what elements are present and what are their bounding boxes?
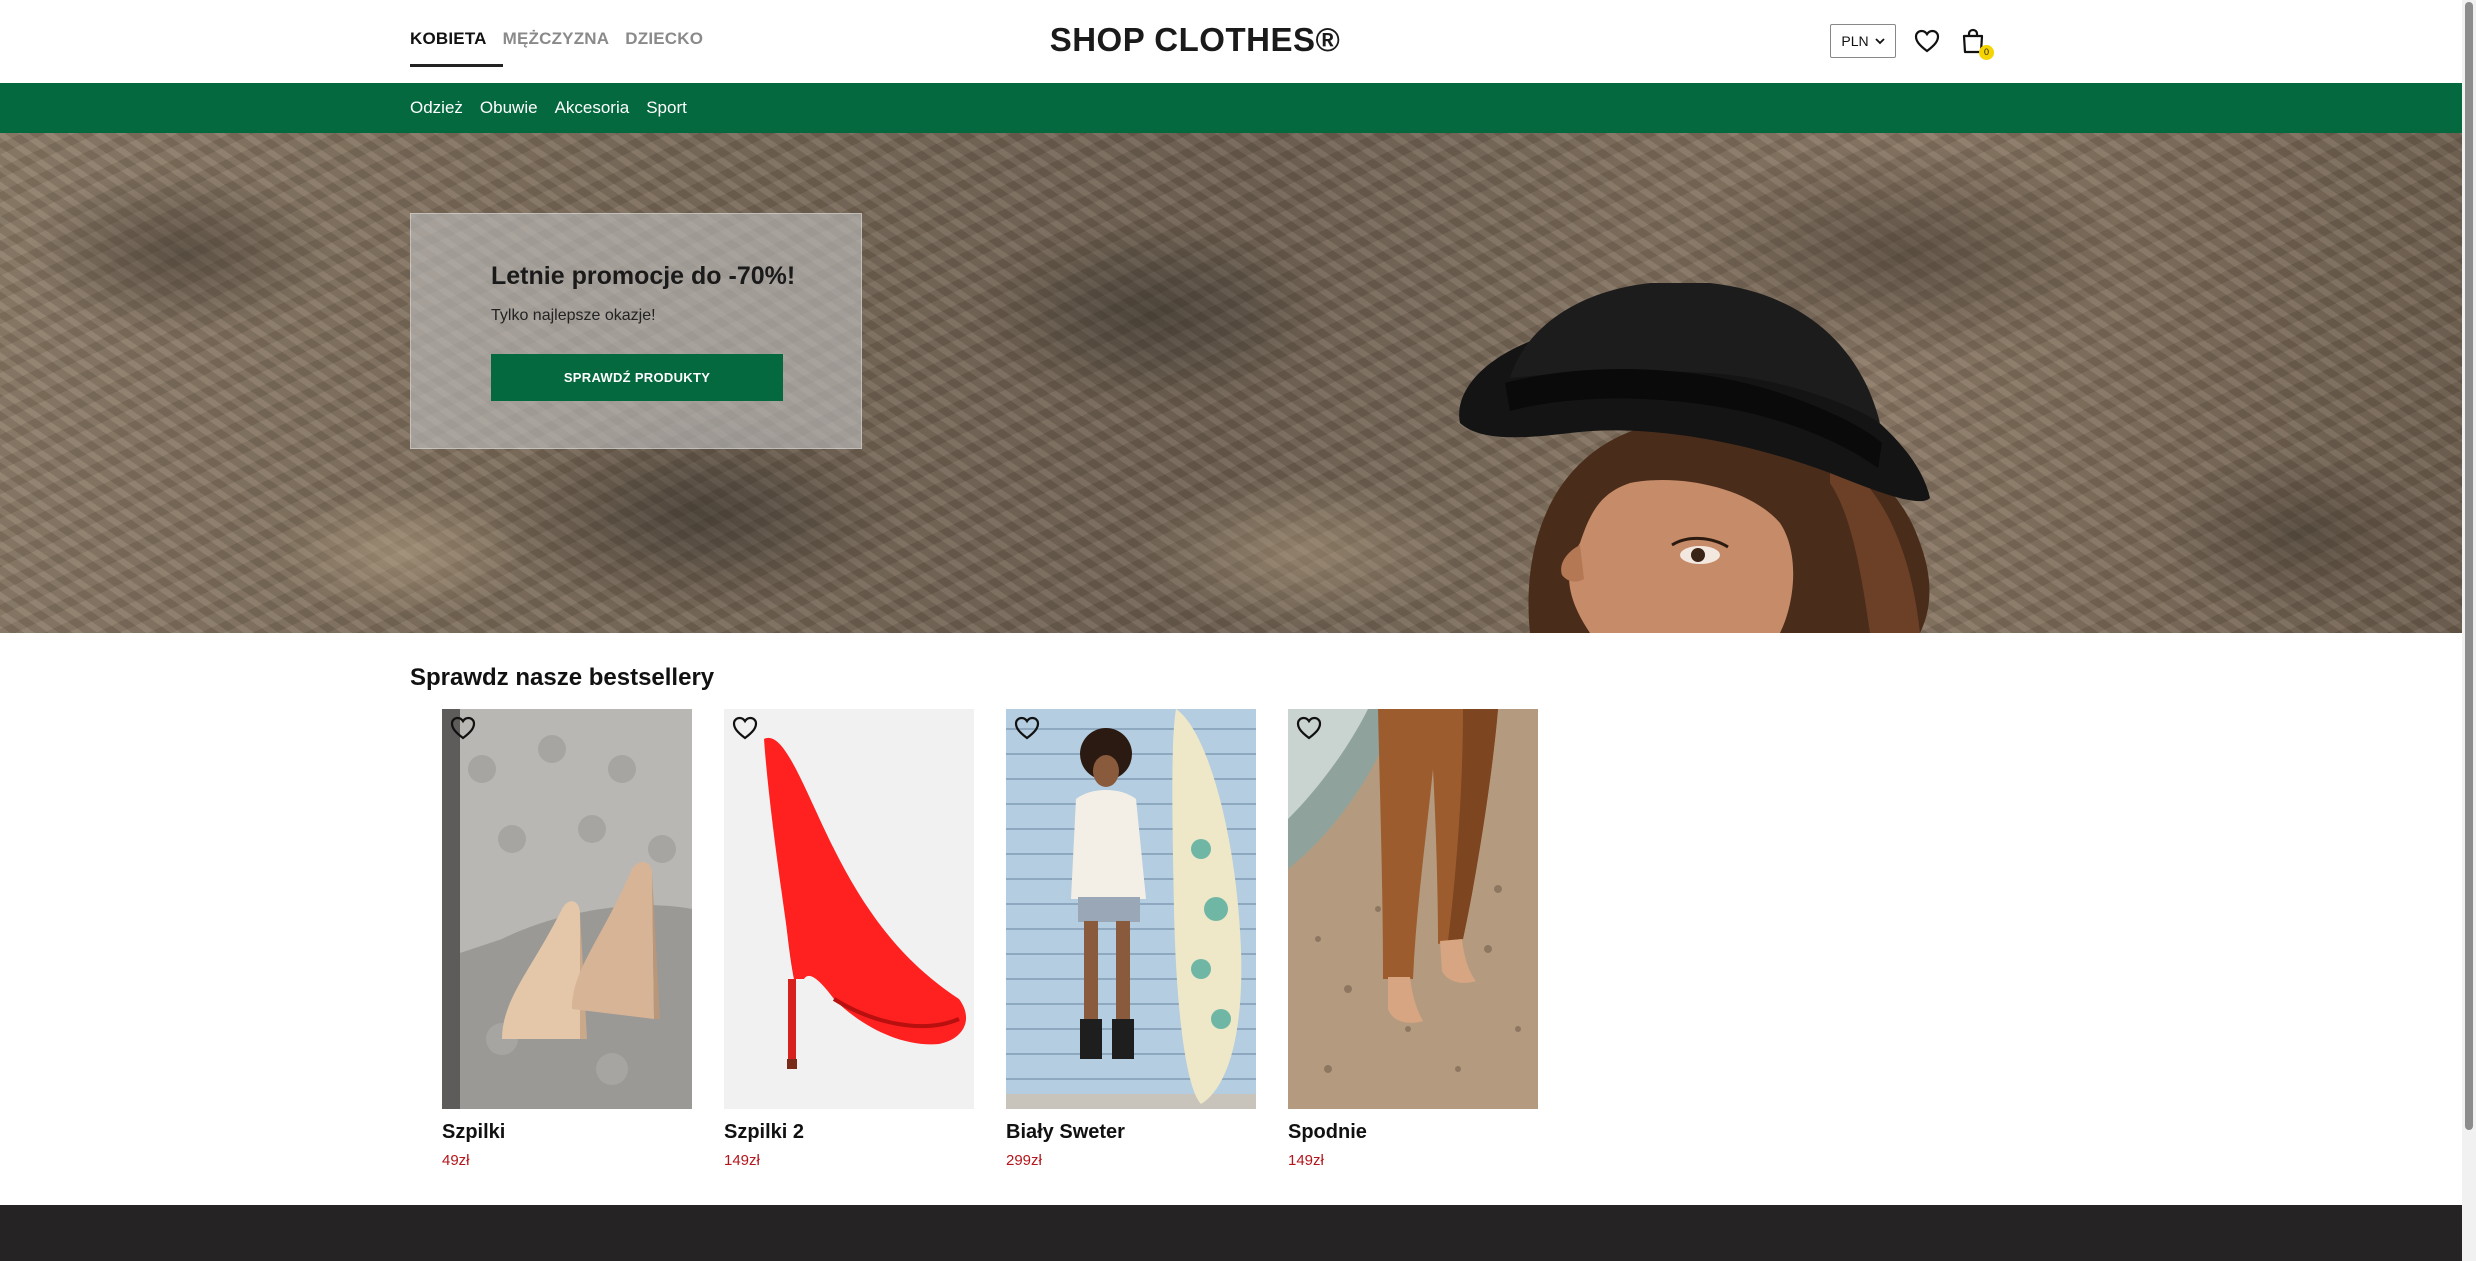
product-name[interactable]: Szpilki 2 (724, 1121, 974, 1144)
product-price: 49zł (442, 1152, 470, 1169)
red-heel-image (724, 709, 974, 1109)
hero-banner: Letnie promocje do -70%! Tylko najlepsze… (0, 133, 2462, 633)
category-bar: Odzież Obuwie Akcesoria Sport (0, 83, 2462, 133)
category-obuwie[interactable]: Obuwie (480, 98, 538, 118)
white-sweater-image (1006, 709, 1256, 1109)
product-price: 149zł (1288, 1152, 1324, 1169)
wishlist-button[interactable] (1912, 24, 1942, 58)
hero-woman-in-hat-image (1459, 283, 1930, 633)
product-name[interactable]: Biały Sweter (1006, 1121, 1256, 1144)
product-image-white-sweater[interactable] (1006, 709, 1256, 1109)
currency-select[interactable]: PLN (1830, 24, 1896, 58)
category-odziez[interactable]: Odzież (410, 98, 463, 118)
chevron-down-icon (1874, 38, 1885, 45)
heart-icon[interactable] (732, 715, 758, 741)
category-akcesoria[interactable]: Akcesoria (555, 98, 630, 118)
product-image-brown-pants[interactable] (1288, 709, 1538, 1109)
product-image-red-heel[interactable] (724, 709, 974, 1109)
scrollbar-thumb[interactable] (2465, 2, 2473, 1130)
product-image-beige-heels[interactable] (442, 709, 692, 1109)
product-name[interactable]: Spodnie (1288, 1121, 1538, 1144)
bestsellers-title: Sprawdz nasze bestsellery (410, 664, 715, 691)
product-price: 299zł (1006, 1152, 1042, 1169)
product-card[interactable]: Biały Sweter 299zł (1006, 709, 1256, 1169)
product-card[interactable]: Szpilki 49zł (442, 709, 692, 1169)
heart-icon[interactable] (1296, 715, 1322, 741)
cart-button[interactable]: 0 (1958, 24, 1994, 60)
site-footer (0, 1205, 2462, 1261)
brown-pants-image (1288, 709, 1538, 1109)
site-logo[interactable]: SHOP CLOTHES® (0, 0, 2390, 80)
promo-title: Letnie promocje do -70%! (491, 262, 796, 290)
check-products-button[interactable]: SPRAWDŹ PRODUKTY (491, 354, 783, 401)
beige-heels-image (442, 709, 692, 1109)
cart-count-badge: 0 (1979, 45, 1994, 60)
promo-subtitle: Tylko najlepsze okazje! (491, 307, 656, 324)
heart-icon (1914, 29, 1940, 53)
product-price: 149zł (724, 1152, 760, 1169)
category-list: Odzież Obuwie Akcesoria Sport (410, 83, 704, 133)
heart-icon[interactable] (450, 715, 476, 741)
category-sport[interactable]: Sport (646, 98, 687, 118)
currency-value: PLN (1841, 33, 1869, 49)
page-scrollbar[interactable] (2462, 0, 2476, 1261)
product-card[interactable]: Szpilki 2 149zł (724, 709, 974, 1169)
heart-icon[interactable] (1014, 715, 1040, 741)
header-actions: PLN 0 (1830, 23, 1994, 60)
product-name[interactable]: Szpilki (442, 1121, 692, 1144)
site-header: KOBIETA MĘŻCZYZNA DZIECKO SHOP CLOTHES® … (0, 0, 2462, 83)
promo-card: Letnie promocje do -70%! Tylko najlepsze… (410, 213, 862, 449)
product-card[interactable]: Spodnie 149zł (1288, 709, 1538, 1169)
